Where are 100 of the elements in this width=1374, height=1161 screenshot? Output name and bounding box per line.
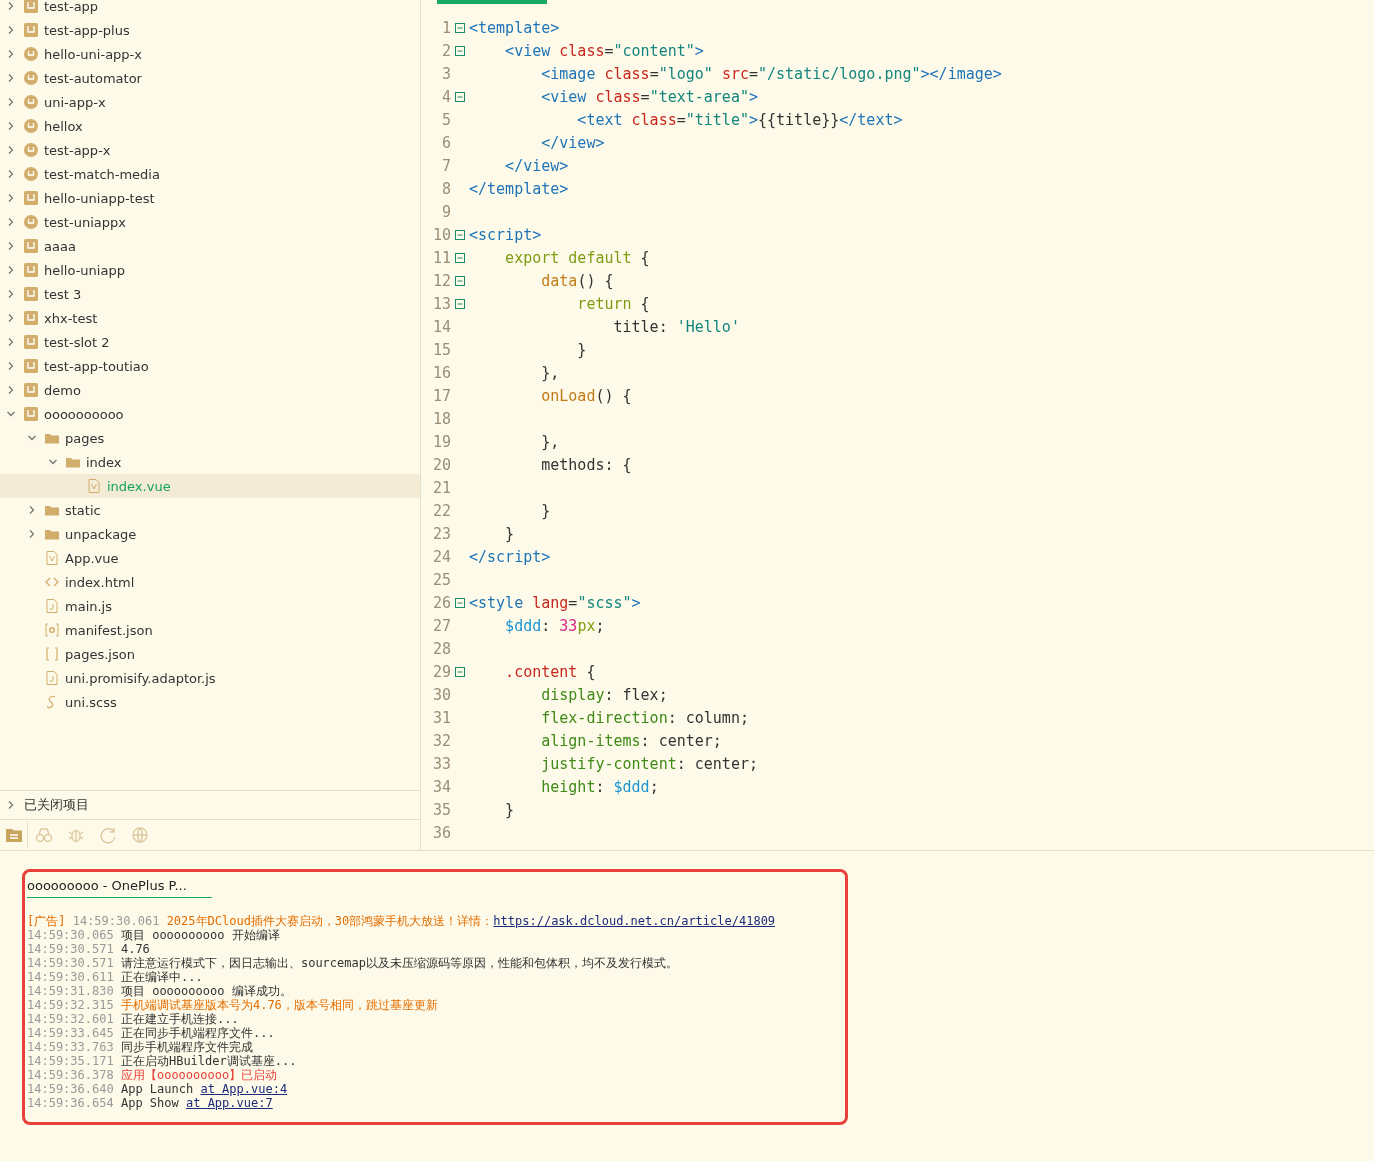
- chevron-right-icon[interactable]: [6, 265, 16, 275]
- code-line: <view class="content">: [504, 41, 704, 60]
- binoculars-icon: [35, 826, 53, 844]
- tree-item[interactable]: aaaa: [0, 234, 420, 258]
- tree-item[interactable]: test-app-toutiao: [0, 354, 420, 378]
- chevron-right-icon[interactable]: [6, 145, 16, 155]
- timestamp: 14:59:30.571: [27, 942, 114, 956]
- chevron-right-icon[interactable]: [6, 25, 16, 35]
- line-number: 20: [431, 455, 451, 474]
- chevron-right-icon[interactable]: [6, 73, 16, 83]
- tree-item[interactable]: pages.json: [0, 642, 420, 666]
- project-icon: [24, 311, 38, 325]
- fold-icon[interactable]: [455, 22, 465, 33]
- code-line: data() {: [540, 271, 614, 290]
- code-line: export default {: [504, 248, 650, 267]
- tree-item[interactable]: xhx-test: [0, 306, 420, 330]
- project-icon: [24, 407, 38, 421]
- chevron-right-icon[interactable]: [27, 529, 37, 539]
- timestamp: 14:59:32.315: [27, 998, 114, 1012]
- tree-item[interactable]: test-uniappx: [0, 210, 420, 234]
- log-message: 同步手机端程序文件完成: [120, 1040, 253, 1054]
- tree-item[interactable]: index.html: [0, 570, 420, 594]
- tree-item[interactable]: manifest.json: [0, 618, 420, 642]
- line-number: 23: [431, 524, 451, 543]
- tree-item[interactable]: 已关闭项目: [0, 790, 420, 819]
- fold-icon[interactable]: [455, 91, 465, 102]
- log-message: 正在启动HBuilder调试基座...: [120, 1054, 297, 1068]
- timestamp: 14:59:30.611: [27, 970, 114, 984]
- line-number: 25: [431, 570, 451, 589]
- code-line: justify-content: center;: [540, 754, 758, 773]
- chevron-down-icon[interactable]: [48, 457, 58, 467]
- timestamp: 14:59:31.830: [27, 984, 114, 998]
- chevron-right-icon[interactable]: [6, 97, 16, 107]
- fold-icon[interactable]: [455, 597, 465, 608]
- chevron-right-icon[interactable]: [6, 169, 16, 179]
- tree-item[interactable]: uni.scss: [0, 690, 420, 714]
- line-number: 36: [431, 823, 451, 842]
- fold-icon[interactable]: [455, 229, 465, 240]
- tree-item[interactable]: oooooooooo: [0, 402, 420, 426]
- log-link[interactable]: https://ask.dcloud.net.cn/article/41809: [493, 914, 776, 928]
- chevron-right-icon[interactable]: [6, 313, 16, 323]
- fold-icon[interactable]: [455, 298, 465, 309]
- tree-item[interactable]: static: [0, 498, 420, 522]
- tree-item[interactable]: test-match-media: [0, 162, 420, 186]
- tree-item[interactable]: App.vue: [0, 546, 420, 570]
- log-link[interactable]: at App.vue:7: [185, 1096, 273, 1110]
- console-tab[interactable]: ooooooooo - OnePlus P...: [27, 874, 212, 898]
- chevron-right-icon[interactable]: [6, 1, 16, 11]
- log-message: 请注意运行模式下，因日志输出、sourcemap以及未压缩源码等原因，性能和包体积，均不及发行模式。: [120, 956, 678, 970]
- code-line: <style lang="scss">: [469, 593, 641, 612]
- log-message: 正在同步手机端程序文件...: [120, 1026, 275, 1040]
- tree-item[interactable]: test-app-plus: [0, 18, 420, 42]
- chevron-right-icon[interactable]: [6, 800, 16, 810]
- chevron-right-icon[interactable]: [6, 241, 16, 251]
- log-link[interactable]: at App.vue:4: [200, 1082, 288, 1096]
- tree-item[interactable]: hello-uniapp: [0, 258, 420, 282]
- project-icon: [24, 383, 38, 397]
- tree-item[interactable]: hello-uni-app-x: [0, 42, 420, 66]
- line-number: 31: [431, 708, 451, 727]
- timestamp: 14:59:36.378: [27, 1068, 114, 1082]
- code-file-icon: [45, 575, 59, 589]
- tree-item[interactable]: pages: [0, 426, 420, 450]
- chevron-right-icon[interactable]: [6, 337, 16, 347]
- tree-item[interactable]: main.js: [0, 594, 420, 618]
- chevron-right-icon[interactable]: [6, 289, 16, 299]
- chevron-right-icon[interactable]: [27, 505, 37, 515]
- chevron-right-icon[interactable]: [6, 217, 16, 227]
- line-number: 19: [431, 432, 451, 451]
- chevron-right-icon[interactable]: [6, 121, 16, 131]
- chevron-right-icon[interactable]: [6, 385, 16, 395]
- tree-item[interactable]: test 3: [0, 282, 420, 306]
- tree-item[interactable]: test-app: [0, 0, 420, 18]
- globe-icon: [131, 826, 149, 844]
- chevron-right-icon[interactable]: [6, 49, 16, 59]
- fold-icon[interactable]: [455, 666, 465, 677]
- tree-item[interactable]: uni.promisify.adaptor.js: [0, 666, 420, 690]
- tree-item[interactable]: unpackage: [0, 522, 420, 546]
- tree-item[interactable]: test-slot 2: [0, 330, 420, 354]
- project-icon: [24, 287, 38, 301]
- fold-icon[interactable]: [455, 252, 465, 263]
- chevron-down-icon[interactable]: [27, 433, 37, 443]
- fold-icon[interactable]: [455, 275, 465, 286]
- line-number: 3: [440, 64, 451, 83]
- vue-file-icon: [87, 479, 101, 493]
- tree-item[interactable]: test-app-x: [0, 138, 420, 162]
- timestamp: 14:59:33.645: [27, 1026, 114, 1040]
- chevron-right-icon[interactable]: [6, 361, 16, 371]
- log-message: App Launch: [120, 1082, 195, 1096]
- fold-icon[interactable]: [455, 45, 465, 56]
- tree-item[interactable]: index: [0, 450, 420, 474]
- tree-item[interactable]: hello-uniapp-test: [0, 186, 420, 210]
- tree-item[interactable]: hellox: [0, 114, 420, 138]
- chevron-down-icon[interactable]: [6, 409, 16, 419]
- tree-item[interactable]: uni-app-x: [0, 90, 420, 114]
- tree-item[interactable]: demo: [0, 378, 420, 402]
- code-line: </view>: [504, 156, 569, 175]
- tree-item[interactable]: test-automator: [0, 66, 420, 90]
- chevron-right-icon[interactable]: [6, 193, 16, 203]
- files-icon: [4, 826, 23, 844]
- timestamp: 14:59:36.654: [27, 1096, 114, 1110]
